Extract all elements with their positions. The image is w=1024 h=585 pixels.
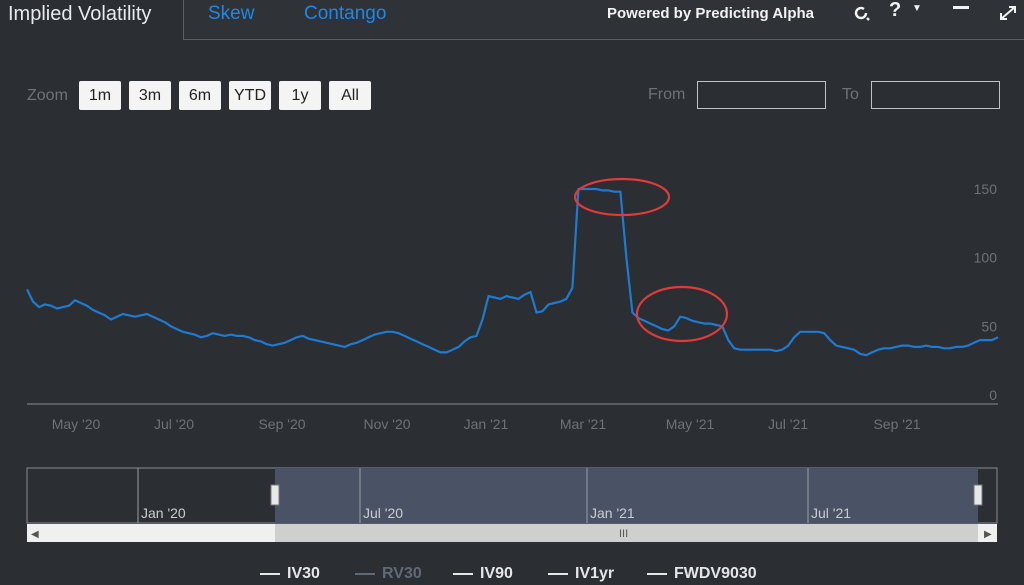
legend-item-rv30[interactable]: RV30 bbox=[355, 565, 422, 583]
navigator: Jan '20 Jul '20 Jan '21 Jul '21 bbox=[26, 467, 998, 524]
help-icon[interactable]: ? bbox=[889, 0, 901, 22]
legend: IV30 RV30 IV90 IV1yr FWDV9030 bbox=[0, 565, 1024, 585]
legend-label: IV90 bbox=[480, 565, 513, 582]
powered-by-label: Powered by Predicting Alpha bbox=[607, 5, 814, 22]
legend-swatch bbox=[647, 573, 667, 575]
x-tick-label: Nov '20 bbox=[363, 416, 410, 432]
legend-item-iv30[interactable]: IV30 bbox=[260, 565, 320, 583]
navigator-frame bbox=[26, 467, 998, 524]
zoom-1m-button[interactable]: 1m bbox=[79, 81, 121, 110]
chevron-down-icon[interactable]: ▼ bbox=[912, 3, 922, 14]
legend-item-fwdv9030[interactable]: FWDV9030 bbox=[647, 565, 757, 583]
annotation-circle-drop bbox=[635, 285, 729, 343]
scrollbar-grip-icon[interactable]: III bbox=[619, 528, 628, 540]
zoom-1y-button[interactable]: 1y bbox=[279, 81, 321, 110]
annotation-circle-peak bbox=[573, 177, 671, 217]
legend-swatch bbox=[260, 573, 280, 575]
zoom-all-button[interactable]: All bbox=[329, 81, 371, 110]
scroll-right-icon[interactable]: ▶ bbox=[984, 529, 992, 540]
legend-label: IV30 bbox=[287, 565, 320, 582]
y-tick-label: 100 bbox=[974, 250, 998, 266]
refresh-icon[interactable] bbox=[852, 4, 870, 22]
navigator-label: Jan '20 bbox=[141, 505, 186, 521]
y-tick-label: 50 bbox=[981, 318, 997, 334]
navigator-label: Jan '21 bbox=[590, 505, 635, 521]
navigator-selected-range[interactable] bbox=[275, 468, 978, 523]
zoom-6m-button[interactable]: 6m bbox=[179, 81, 221, 110]
to-date-input[interactable] bbox=[871, 81, 1000, 109]
zoom-ytd-button[interactable]: YTD bbox=[229, 81, 271, 110]
scrollbar-thumb[interactable] bbox=[275, 524, 978, 542]
x-tick-label: Jul '20 bbox=[154, 416, 194, 432]
y-tick-label: 150 bbox=[974, 181, 998, 197]
x-tick-label: Mar '21 bbox=[560, 416, 606, 432]
y-tick-label: 0 bbox=[989, 387, 997, 403]
legend-swatch bbox=[548, 573, 568, 575]
x-tick-label: May '20 bbox=[52, 416, 101, 432]
x-tick-label: Jul '21 bbox=[768, 416, 808, 432]
legend-swatch bbox=[453, 573, 473, 575]
zoom-label: Zoom bbox=[27, 87, 68, 104]
x-tick-label: Sep '20 bbox=[258, 416, 305, 432]
legend-item-iv1yr[interactable]: IV1yr bbox=[548, 565, 614, 583]
navigator-label: Jul '20 bbox=[363, 505, 403, 521]
x-tick-label: Sep '21 bbox=[873, 416, 920, 432]
navigator-left-handle[interactable] bbox=[270, 484, 280, 506]
x-tick-label: Jan '21 bbox=[464, 416, 509, 432]
zoom-3m-button[interactable]: 3m bbox=[129, 81, 171, 110]
scrollbar[interactable]: ◀ ▶ III bbox=[27, 524, 997, 542]
legend-item-iv90[interactable]: IV90 bbox=[453, 565, 513, 583]
tab-implied-volatility[interactable]: Implied Volatility bbox=[0, 0, 184, 40]
legend-label: RV30 bbox=[382, 565, 422, 582]
navigator-right-handle[interactable] bbox=[973, 484, 983, 506]
tab-bar: Implied Volatility Skew Contango Powered… bbox=[0, 0, 1024, 40]
scrollbar-track[interactable] bbox=[27, 524, 997, 542]
tab-implied-volatility-label: Implied Volatility bbox=[8, 3, 152, 25]
tab-contango[interactable]: Contango bbox=[304, 3, 386, 25]
to-label: To bbox=[842, 86, 859, 103]
expand-icon[interactable] bbox=[999, 5, 1017, 21]
scroll-left-icon[interactable]: ◀ bbox=[31, 529, 39, 540]
tab-skew[interactable]: Skew bbox=[208, 3, 254, 25]
navigator-label: Jul '21 bbox=[811, 505, 851, 521]
legend-label: FWDV9030 bbox=[674, 565, 757, 582]
x-tick-label: May '21 bbox=[666, 416, 715, 432]
from-date-input[interactable] bbox=[697, 81, 826, 109]
from-label: From bbox=[648, 86, 686, 103]
legend-swatch bbox=[355, 573, 375, 575]
rv30-series-line bbox=[26, 187, 999, 357]
legend-label: IV1yr bbox=[575, 565, 615, 582]
minimize-icon[interactable] bbox=[953, 6, 969, 9]
